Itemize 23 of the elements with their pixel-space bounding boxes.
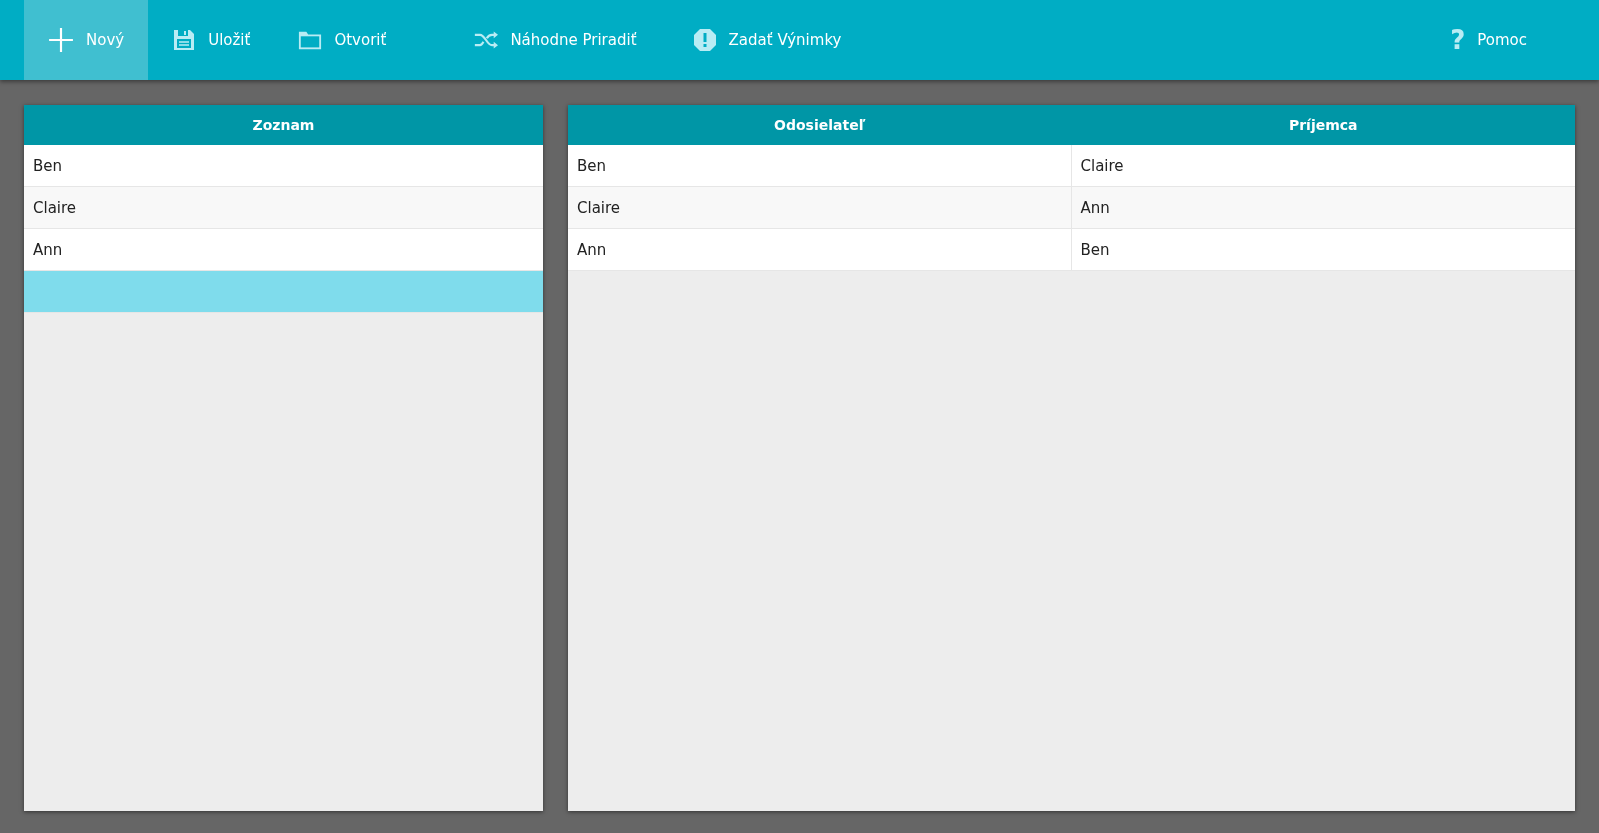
- list-item[interactable]: Ben: [24, 145, 543, 187]
- plus-icon: [48, 27, 74, 53]
- warning-icon: [692, 28, 717, 52]
- table-cell: Ben: [1071, 229, 1575, 271]
- save-icon: [172, 28, 197, 52]
- table-cell: Ben: [568, 145, 1072, 187]
- list-item[interactable]: Ann: [24, 229, 543, 271]
- save-button[interactable]: Uložiť: [148, 0, 275, 80]
- shuffle-button[interactable]: Náhodne Priradiť: [450, 0, 661, 80]
- table-cell: Ann: [568, 229, 1072, 271]
- open-button[interactable]: Otvoriť: [274, 0, 411, 80]
- column-header: Príjemca: [1071, 105, 1575, 145]
- exceptions-button[interactable]: Zadať Výnimky: [668, 0, 866, 80]
- column-header: Odosielateľ: [568, 105, 1072, 145]
- new-row[interactable]: [24, 271, 543, 313]
- list-item[interactable]: Claire: [24, 187, 543, 229]
- question-icon: ?: [1450, 25, 1466, 55]
- new-button[interactable]: Nový: [24, 0, 149, 80]
- table-cell: Ann: [1071, 187, 1575, 229]
- table-cell: Claire: [568, 187, 1072, 229]
- column-header: Zoznam: [24, 105, 543, 145]
- table-cell: Claire: [1071, 145, 1575, 187]
- help-button[interactable]: ? Pomoc: [1426, 0, 1551, 80]
